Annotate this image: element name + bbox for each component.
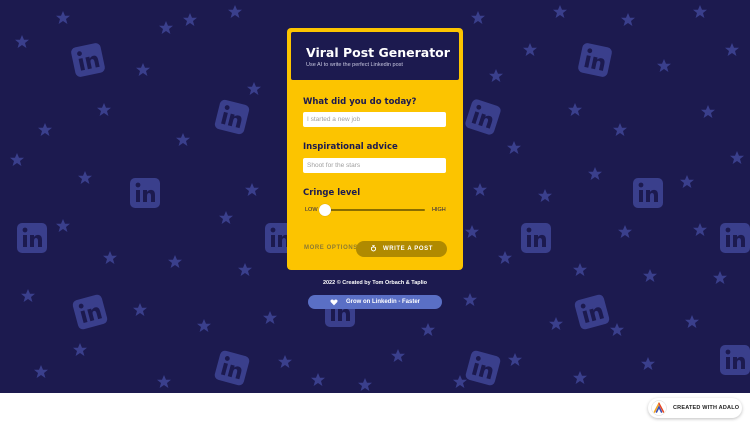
- grow-on-linkedin-button[interactable]: Grow on Linkedin - Faster: [308, 295, 442, 309]
- write-post-button[interactable]: WRITE A POST: [356, 241, 447, 257]
- what-did-you-do-input[interactable]: [303, 112, 446, 127]
- inspirational-advice-input[interactable]: [303, 158, 446, 173]
- app-title: Viral Post Generator: [306, 45, 467, 60]
- generator-card: Viral Post Generator Use AI to write the…: [287, 28, 463, 270]
- cringe-level-label: Cringe level: [303, 188, 361, 198]
- slider-thumb[interactable]: [319, 204, 331, 216]
- write-post-label: WRITE A POST: [382, 246, 434, 252]
- slider-low-label: LOW: [305, 207, 318, 213]
- app-subtitle: Use AI to write the perfect Linkedin pos…: [306, 62, 403, 68]
- card-header: Viral Post Generator Use AI to write the…: [291, 32, 459, 80]
- cringe-slider[interactable]: LOW HIGH: [303, 203, 446, 217]
- heart-icon: [330, 298, 338, 305]
- pen-icon: [370, 245, 376, 252]
- what-did-you-do-label: What did you do today?: [303, 97, 417, 107]
- adalo-logo-icon: [651, 400, 667, 416]
- more-options-button[interactable]: MORE OPTIONS: [304, 245, 358, 251]
- slider-high-label: HIGH: [432, 207, 446, 213]
- slider-track[interactable]: [325, 209, 425, 211]
- inspirational-advice-label: Inspirational advice: [303, 142, 398, 152]
- footer-credit: 2022 © Created by Tom Orbach & Taplio: [322, 280, 428, 286]
- bottom-bar: [0, 393, 750, 422]
- grow-button-label: Grow on Linkedin - Faster: [345, 299, 420, 305]
- adalo-badge[interactable]: CREATED WITH ADALO: [648, 398, 742, 418]
- adalo-badge-label: CREATED WITH ADALO: [673, 405, 740, 411]
